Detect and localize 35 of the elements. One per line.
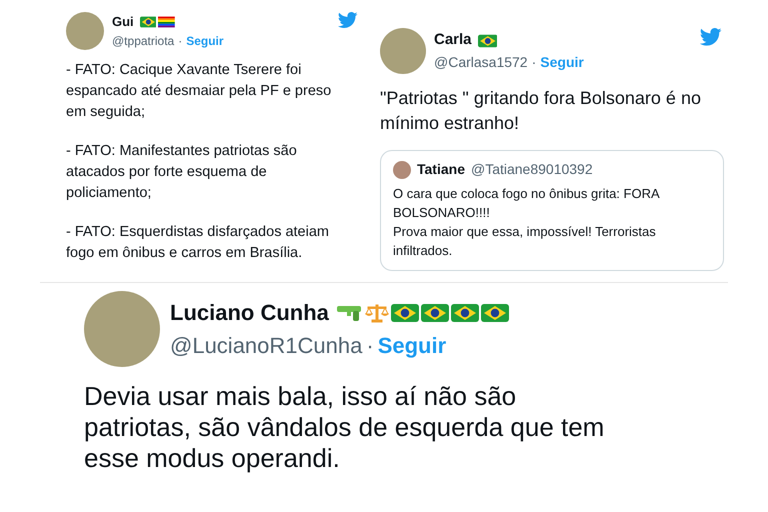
rainbow-flag-icon <box>158 16 176 28</box>
quoted-text: Prova maior que essa, impossível! Terroristas infiltrados. <box>393 223 657 260</box>
display-name: Luciano Cunha <box>170 299 329 327</box>
display-name: Gui <box>112 13 134 32</box>
display-name: Tatiane <box>417 160 465 179</box>
follow-link[interactable]: Seguir <box>540 52 584 73</box>
scales-icon <box>364 302 389 322</box>
avatar <box>393 160 411 178</box>
user-handle: @Tatiane89010392 <box>470 160 593 179</box>
tweet-text: "Patriotas " gritando fora Bolsonaro é no mínimo estranho! <box>380 87 702 135</box>
bird-icon <box>338 12 358 28</box>
brazil-flag-icon <box>478 34 498 48</box>
quoted-tweet[interactable]: Tatiane @Tatiane89010392 O cara que coloca fogo no ônibus grita: FORA BOLSONARO!!!! Prova maior que essa, impossível! Terroristas infiltrados. <box>380 150 724 271</box>
separator-dot: · <box>366 332 374 360</box>
display-name: Carla <box>434 30 472 50</box>
separator-dot: · <box>178 32 182 50</box>
separator-dot: · <box>532 52 536 72</box>
user-handle: @tppatriota <box>112 32 174 50</box>
brazil-flag-icon <box>450 302 479 322</box>
user-handle: @LucianoR1Cunha <box>170 332 362 360</box>
follow-link[interactable]: Seguir <box>378 329 446 362</box>
avatar[interactable] <box>66 12 104 50</box>
brazil-flag-icon <box>480 302 509 322</box>
quoted-text: O cara que coloca fogo no ônibus grita: FORA BOLSONARO!!!! <box>393 185 660 222</box>
follow-link[interactable]: Seguir <box>186 32 224 50</box>
user-handle: @Carlasa1572 <box>434 52 528 72</box>
tweet-text: - FATO: Esquerdistas disfarçados ateiam fogo em ônibus e carros em Brasília. <box>66 223 330 263</box>
avatar[interactable] <box>380 28 426 74</box>
tweet-text: Devia usar mais bala, isso aí não são patriotas, são vândalos de esquerda que tem esse modus operandi. <box>84 381 606 474</box>
bird-icon <box>700 28 722 46</box>
tweet-text: - FATO: Manifestantes patriotas são atacados por forte esquema de policiamento; <box>66 142 298 203</box>
brazil-flag-icon <box>390 302 419 322</box>
tweet-text: - FATO: Cacique Xavante Tserere foi espancado até desmaiar pela PF e preso em seguida; <box>66 61 332 122</box>
brazil-flag-icon <box>420 302 449 322</box>
brazil-flag-icon <box>140 16 156 28</box>
